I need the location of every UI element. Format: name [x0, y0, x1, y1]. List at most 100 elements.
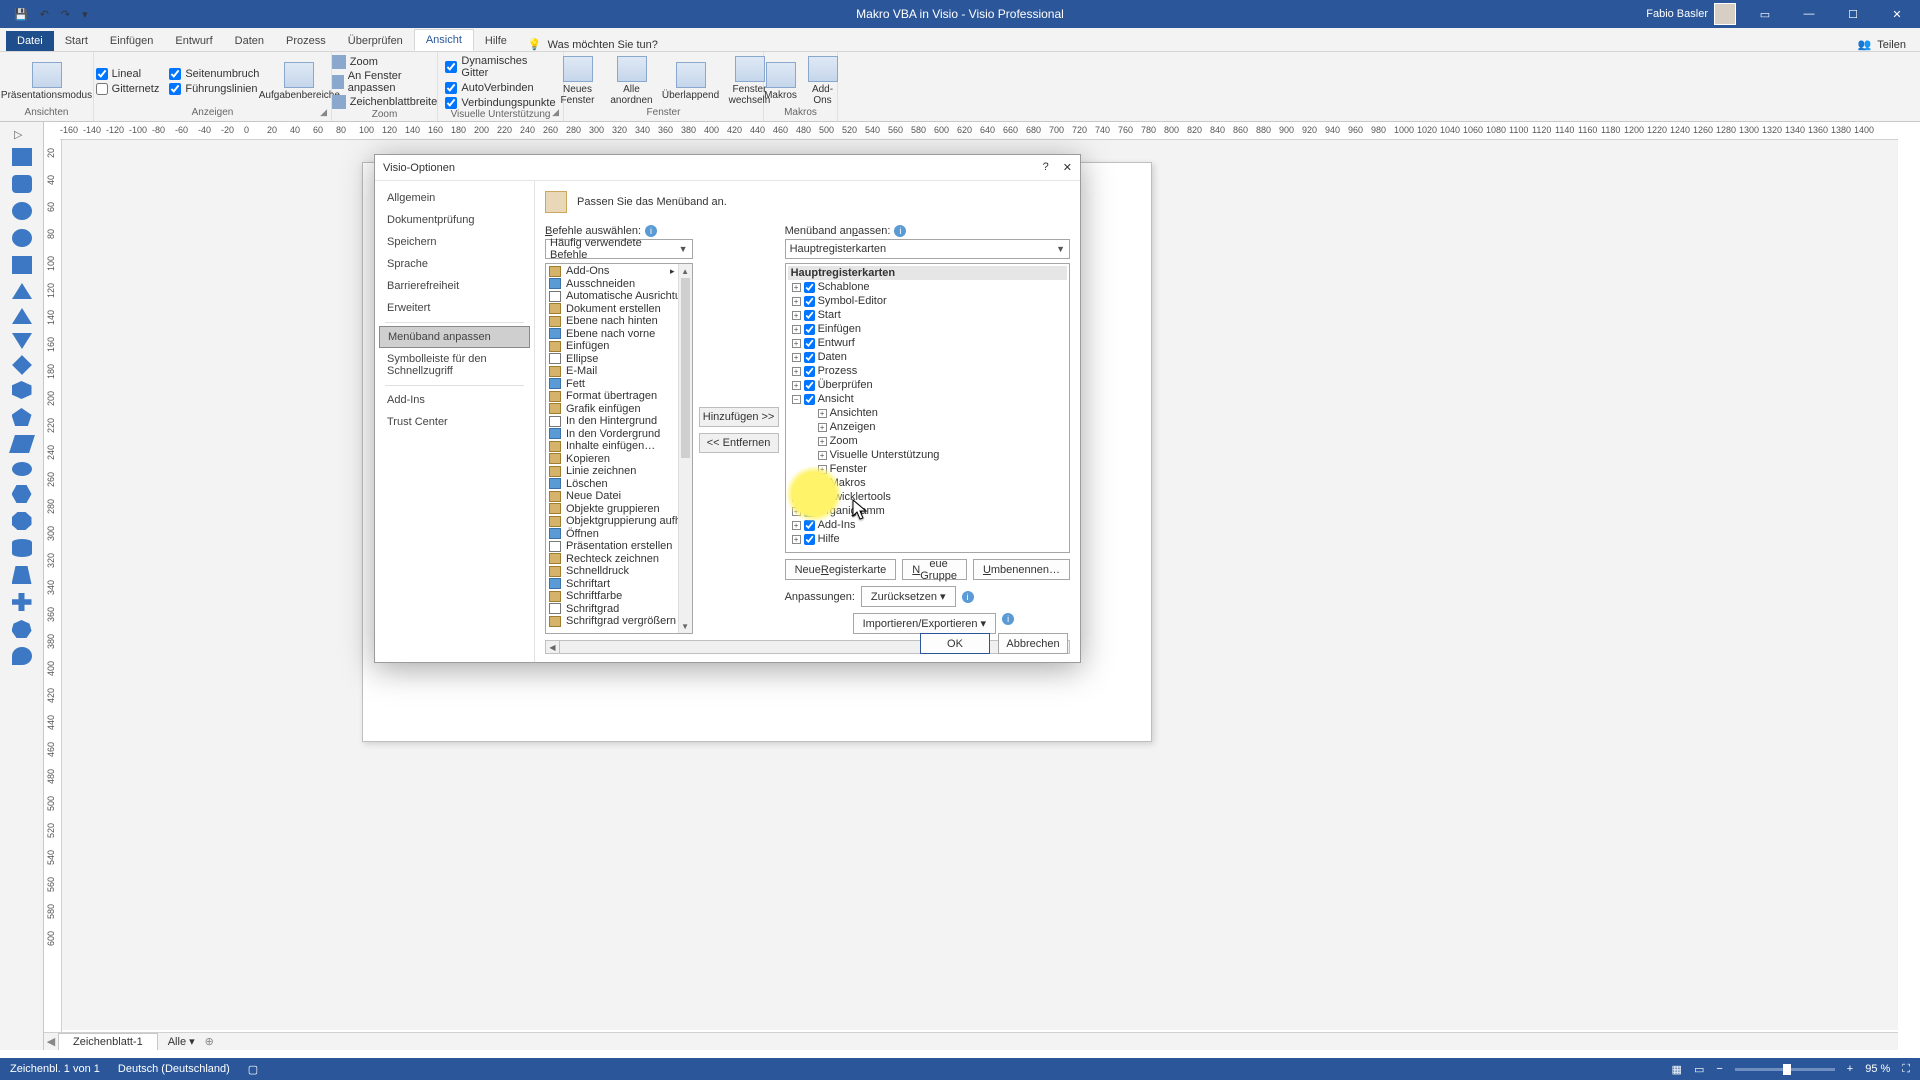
redo-icon[interactable]: ↷ [61, 8, 70, 21]
expand-icon[interactable]: + [818, 409, 827, 418]
guides-checkbox[interactable]: Führungslinien [169, 83, 259, 95]
grid-checkbox[interactable]: Gitternetz [96, 83, 160, 95]
pagebreak-checkbox[interactable]: Seitenumbruch [169, 68, 259, 80]
expand-icon[interactable]: + [792, 283, 801, 292]
close-icon[interactable]: ✕ [1882, 2, 1912, 26]
expand-icon[interactable]: − [792, 395, 801, 404]
command-item[interactable]: Schnelldruck [546, 565, 678, 578]
dialog-launcher-icon[interactable]: ◢ [320, 107, 327, 118]
ruler-checkbox[interactable]: Lineal [96, 68, 160, 80]
command-item[interactable]: Dokument erstellen [546, 303, 678, 316]
tree-node[interactable]: −Ansicht [788, 392, 1067, 406]
shape-parallelogram[interactable] [9, 435, 35, 453]
tree-node[interactable]: +Überprüfen [788, 378, 1067, 392]
page-width-button[interactable]: Zeichenblattbreite [332, 94, 437, 111]
tree-child-node[interactable]: +Makros [788, 476, 1067, 490]
tree-checkbox[interactable] [804, 380, 815, 391]
expand-icon[interactable]: + [792, 521, 801, 530]
share-button[interactable]: 👥 Teilen [1858, 38, 1906, 51]
info-icon[interactable]: i [962, 591, 974, 603]
tree-checkbox[interactable] [804, 394, 815, 405]
shape-diamond[interactable] [12, 355, 32, 375]
command-item[interactable]: Grafik einfügen [546, 403, 678, 416]
commands-listbox[interactable]: Add-Ons▸AusschneidenAutomatische Ausrich… [545, 263, 693, 634]
shape-triangle-left[interactable] [12, 333, 32, 349]
taskpanes-button[interactable]: Aufgabenbereiche [269, 62, 329, 101]
tree-node[interactable]: +Hilfe [788, 532, 1067, 546]
commands-from-combo[interactable]: Häufig verwendete Befehle▼ [545, 239, 693, 259]
shape-rect[interactable] [12, 256, 32, 274]
options-nav-item[interactable]: Menüband anpassen [379, 326, 530, 348]
scroll-down-icon[interactable]: ▼ [679, 619, 692, 633]
options-nav-item[interactable]: Barrierefreiheit [375, 275, 534, 297]
tab-hilfe[interactable]: Hilfe [474, 31, 518, 51]
info-icon[interactable]: i [1002, 613, 1014, 625]
command-item[interactable]: Linie zeichnen [546, 465, 678, 478]
shape-ellipse[interactable] [12, 202, 32, 220]
expand-icon[interactable]: + [792, 367, 801, 376]
expand-icon[interactable]: + [792, 339, 801, 348]
add-command-button[interactable]: Hinzufügen >> [699, 407, 779, 427]
expand-icon[interactable]: + [792, 325, 801, 334]
expand-icon[interactable]: + [792, 381, 801, 390]
minimize-icon[interactable]: — [1794, 2, 1824, 26]
shape-can[interactable] [12, 539, 32, 557]
command-item[interactable]: Schriftgrad vergrößern [546, 615, 678, 628]
rename-button[interactable]: Umbenennen… [973, 559, 1070, 580]
command-item[interactable]: Ellipse [546, 353, 678, 366]
options-nav-item[interactable]: Add-Ins [375, 389, 534, 411]
dialog-launcher-icon[interactable]: ◢ [552, 107, 559, 118]
addons-button[interactable]: Add- Ons [808, 56, 838, 106]
sheets-scroll-left-icon[interactable]: ◀ [44, 1035, 58, 1048]
new-tab-button[interactable]: Neue Registerkarte [785, 559, 897, 580]
dialog-help-icon[interactable]: ? [1043, 161, 1049, 174]
command-item[interactable]: In den Hintergrund [546, 415, 678, 428]
tree-node[interactable]: +Prozess [788, 364, 1067, 378]
command-item[interactable]: Einfügen [546, 340, 678, 353]
command-item[interactable]: Schriftart [546, 578, 678, 591]
shape-hexagon[interactable] [12, 381, 32, 399]
add-sheet-icon[interactable]: ⊕ [205, 1035, 214, 1048]
scroll-thumb[interactable] [681, 278, 690, 458]
tree-child-node[interactable]: +Zoom [788, 434, 1067, 448]
sheet-tab[interactable]: Zeichenblatt-1 [58, 1033, 158, 1050]
tree-checkbox[interactable] [804, 310, 815, 321]
tree-node[interactable]: +Entwicklertools [788, 490, 1067, 504]
tree-checkbox[interactable] [804, 352, 815, 363]
zoom-level[interactable]: 95 % [1865, 1063, 1890, 1075]
tree-node[interactable]: +Daten [788, 350, 1067, 364]
tree-checkbox[interactable] [804, 534, 815, 545]
expand-icon[interactable]: + [792, 311, 801, 320]
tree-node[interactable]: +Einfügen [788, 322, 1067, 336]
command-item[interactable]: Ebene nach vorne [546, 328, 678, 341]
connection-points-checkbox[interactable]: Verbindungspunkte [445, 97, 555, 109]
fit-window-button[interactable]: An Fenster anpassen [332, 74, 437, 91]
view-wide-icon[interactable]: ▭ [1694, 1063, 1704, 1076]
command-item[interactable]: Rechteck zeichnen [546, 553, 678, 566]
scroll-up-icon[interactable]: ▲ [679, 264, 692, 278]
zoom-out-icon[interactable]: − [1716, 1063, 1722, 1075]
language-status[interactable]: Deutsch (Deutschland) [118, 1063, 230, 1075]
shape-drop[interactable] [12, 647, 32, 665]
zoom-slider[interactable] [1735, 1068, 1835, 1071]
info-icon[interactable]: i [645, 225, 657, 237]
shape-trapezoid[interactable] [12, 566, 32, 584]
shape-pentagon[interactable] [12, 408, 32, 426]
expand-icon[interactable]: + [792, 535, 801, 544]
expand-icon[interactable]: + [792, 493, 801, 502]
tab-start[interactable]: Start [54, 31, 99, 51]
ribbon-tree[interactable]: Hauptregisterkarten +Schablone+Symbol-Ed… [785, 263, 1070, 553]
tree-checkbox[interactable] [804, 338, 815, 349]
expand-icon[interactable]: + [818, 437, 827, 446]
customize-ribbon-combo[interactable]: Hauptregisterkarten▼ [785, 239, 1070, 259]
command-item[interactable]: Fett [546, 378, 678, 391]
command-item[interactable]: Präsentation erstellen [546, 540, 678, 553]
tab-prozess[interactable]: Prozess [275, 31, 337, 51]
save-icon[interactable]: 💾 [14, 8, 28, 21]
tree-checkbox[interactable] [804, 296, 815, 307]
expand-icon[interactable]: + [818, 479, 827, 488]
tree-checkbox[interactable] [804, 282, 815, 293]
new-window-button[interactable]: Neues Fenster [556, 56, 600, 106]
expand-icon[interactable]: + [792, 297, 801, 306]
tab-daten[interactable]: Daten [224, 31, 275, 51]
